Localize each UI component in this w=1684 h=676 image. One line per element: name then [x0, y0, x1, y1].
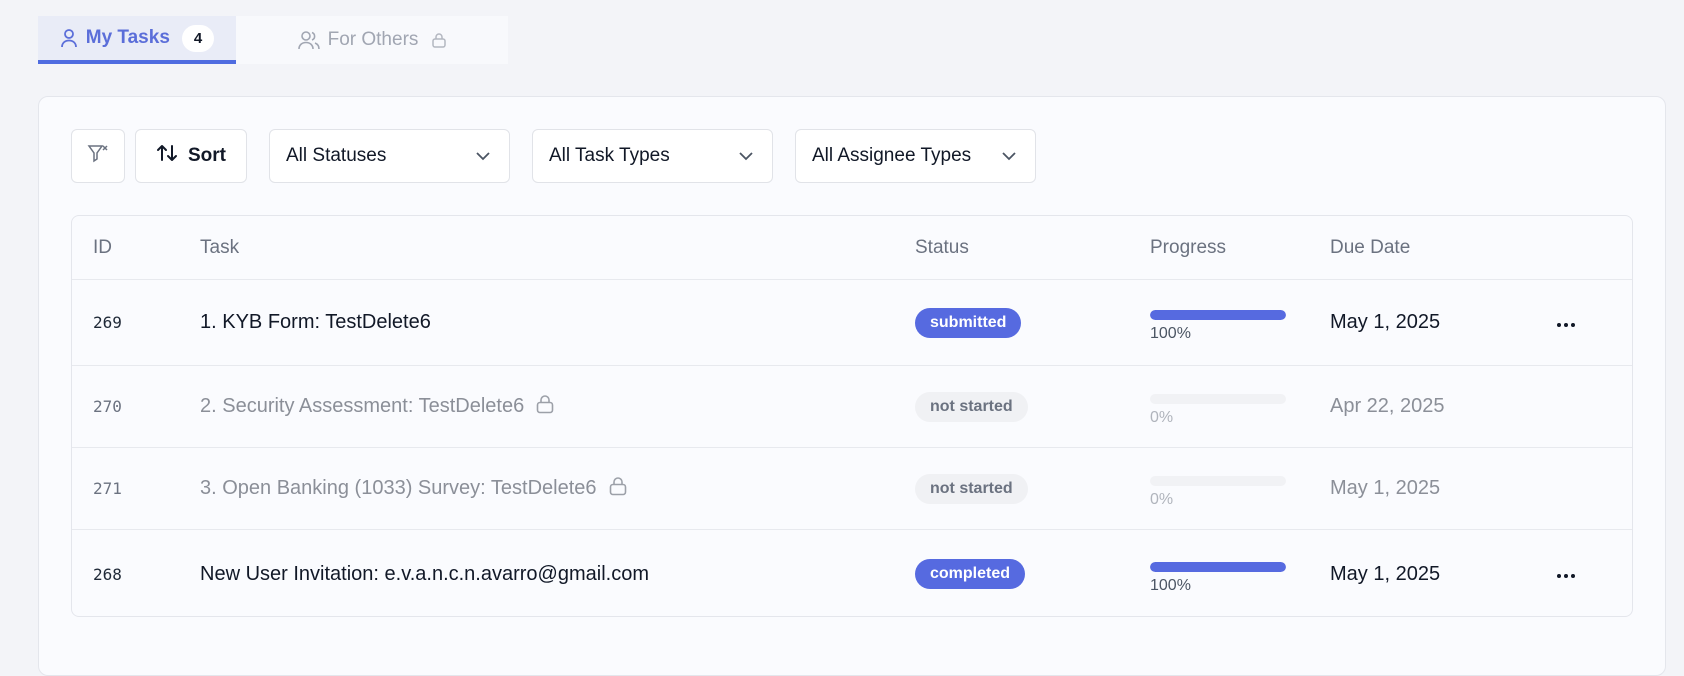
tab-for-others[interactable]: For Others: [236, 16, 508, 64]
lock-icon: [432, 32, 447, 48]
header-progress[interactable]: Progress: [1150, 216, 1226, 279]
lock-icon: [536, 394, 554, 419]
task-title[interactable]: 1. KYB Form: TestDelete6: [200, 311, 431, 334]
more-horizontal-icon: [1557, 314, 1575, 332]
header-due-date[interactable]: Due Date: [1330, 216, 1410, 279]
progress-fill: [1150, 310, 1286, 320]
due-date: May 1, 2025: [1330, 477, 1441, 499]
status-badge: not started: [915, 391, 1028, 422]
task-type-filter-select[interactable]: All Task Types: [532, 129, 773, 183]
task-id: 269: [93, 313, 122, 332]
task-id: 271: [93, 479, 122, 498]
progress-indicator: 100%: [1150, 561, 1286, 595]
header-status[interactable]: Status: [915, 216, 969, 279]
table-row[interactable]: 269 1. KYB Form: TestDelete6 submitted 1…: [72, 280, 1632, 366]
progress-bar: [1150, 476, 1286, 486]
status-filter-value: All Statuses: [286, 145, 387, 166]
sort-label: Sort: [188, 145, 226, 166]
progress-indicator: 100%: [1150, 310, 1286, 343]
lock-icon: [609, 476, 627, 501]
toolbar: Sort All Statuses All Task Types All Ass…: [71, 129, 1036, 183]
task-title: 2. Security Assessment: TestDelete6: [200, 395, 525, 417]
tab-for-others-label: For Others: [327, 29, 419, 50]
filter-clear-icon: [87, 143, 109, 170]
tasks-card: Sort All Statuses All Task Types All Ass…: [38, 96, 1666, 676]
task-tabs: My Tasks 4 For Others: [38, 16, 508, 64]
tab-my-tasks-count: 4: [181, 24, 215, 52]
assignee-type-filter-select[interactable]: All Assignee Types: [795, 129, 1036, 183]
task-type-filter-value: All Task Types: [549, 145, 670, 166]
table-header: ID Task Status Progress Due Date: [72, 216, 1632, 280]
user-icon: [60, 28, 78, 48]
progress-label: 0%: [1150, 491, 1174, 508]
progress-fill: [1150, 561, 1286, 572]
clear-filters-button[interactable]: [71, 129, 125, 183]
status-badge: submitted: [915, 307, 1022, 338]
table-row[interactable]: 268 New User Invitation: e.v.a.n.c.n.ava…: [72, 530, 1632, 616]
row-actions-button[interactable]: [1546, 303, 1586, 343]
task-id: 268: [93, 564, 122, 584]
tasks-table: ID Task Status Progress Due Date 269 1. …: [71, 215, 1633, 617]
progress-bar: [1150, 394, 1286, 404]
tab-my-tasks-label: My Tasks: [85, 27, 170, 48]
status-badge: not started: [915, 473, 1028, 504]
header-id[interactable]: ID: [93, 216, 112, 279]
chevron-down-icon: [475, 145, 491, 167]
due-date: May 1, 2025: [1330, 562, 1441, 585]
users-icon: [297, 30, 320, 50]
progress-indicator: 0%: [1150, 394, 1286, 427]
sort-arrows-icon: [156, 142, 178, 170]
more-horizontal-icon: [1557, 565, 1575, 583]
progress-bar: [1150, 310, 1286, 320]
progress-indicator: 0%: [1150, 476, 1286, 509]
header-task[interactable]: Task: [200, 216, 239, 279]
chevron-down-icon: [738, 145, 754, 167]
progress-bar: [1150, 561, 1286, 572]
status-filter-select[interactable]: All Statuses: [269, 129, 510, 183]
due-date: Apr 22, 2025: [1330, 395, 1445, 417]
sort-button[interactable]: Sort: [135, 129, 247, 183]
chevron-down-icon: [1001, 145, 1017, 167]
progress-label: 100%: [1150, 325, 1191, 342]
task-title: 3. Open Banking (1033) Survey: TestDelet…: [200, 477, 597, 499]
task-id: 270: [93, 397, 122, 416]
task-title[interactable]: New User Invitation: e.v.a.n.c.n.avarro@…: [200, 563, 649, 586]
due-date: May 1, 2025: [1330, 311, 1441, 333]
progress-label: 0%: [1150, 409, 1174, 426]
row-actions-button[interactable]: [1546, 554, 1586, 594]
table-row[interactable]: 270 2. Security Assessment: TestDelete6 …: [72, 366, 1632, 448]
assignee-type-filter-value: All Assignee Types: [812, 145, 972, 166]
table-row[interactable]: 271 3. Open Banking (1033) Survey: TestD…: [72, 448, 1632, 530]
progress-label: 100%: [1150, 576, 1191, 594]
status-badge: completed: [915, 559, 1026, 589]
tab-my-tasks[interactable]: My Tasks 4: [38, 16, 236, 64]
